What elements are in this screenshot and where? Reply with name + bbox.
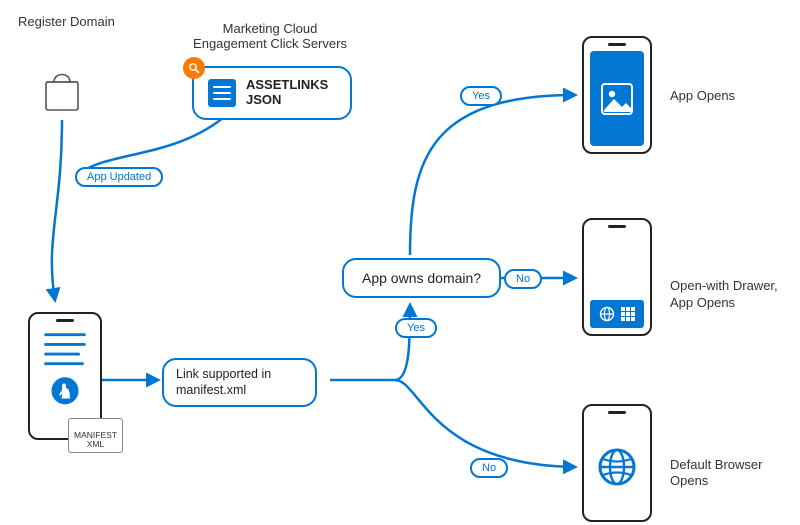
globe-large-icon [596, 446, 638, 488]
outcome-browser-label: Default Browser Opens [670, 457, 762, 488]
edge-no-2: No [470, 458, 508, 478]
assetlinks-card: ASSETLINKS JSON [192, 66, 352, 120]
phone-drawer [582, 218, 652, 336]
shopping-bag-icon [42, 70, 82, 119]
decision-label: App owns domain? [362, 270, 481, 286]
edge-yes-2-label: Yes [472, 90, 490, 102]
edge-no-2-label: No [482, 462, 496, 474]
manifest-file-badge: MANIFEST XML [68, 418, 123, 453]
manifest-card-label: Link supported in manifest.xml [176, 366, 271, 399]
header-click-servers: Marketing Cloud Engagement Click Servers [170, 6, 370, 51]
assetlinks-label: ASSETLINKS JSON [246, 78, 328, 108]
edge-yes-1-label: Yes [407, 322, 425, 334]
edge-no-1: No [504, 269, 542, 289]
outcome-drawer-label: Open-with Drawer, App Opens [670, 278, 778, 309]
outcome-app-opens-label: App Opens [670, 88, 735, 103]
device-screen-icon [36, 327, 94, 424]
apps-grid-icon [620, 306, 636, 322]
outcome-browser: Default Browser Opens [670, 457, 800, 490]
edge-app-updated-label: App Updated [87, 171, 151, 183]
outcome-app-opens: App Opens [670, 88, 735, 104]
outcome-drawer: Open-with Drawer, App Opens [670, 262, 778, 311]
phone-browser [582, 404, 652, 522]
manifest-file-label: MANIFEST XML [74, 430, 117, 449]
picture-icon [600, 82, 634, 116]
globe-icon [599, 306, 615, 322]
edge-yes-2: Yes [460, 86, 502, 106]
edge-no-1-label: No [516, 273, 530, 285]
click-servers-label: Marketing Cloud Engagement Click Servers [193, 21, 347, 51]
assetlinks-search-badge-icon [183, 57, 205, 79]
decision-owns-domain: App owns domain? [342, 258, 501, 298]
server-icon [208, 79, 236, 107]
manifest-card: Link supported in manifest.xml [162, 358, 317, 407]
phone-app-opens [582, 36, 652, 154]
register-domain-label: Register Domain [18, 14, 115, 29]
header-register-domain: Register Domain [18, 14, 138, 29]
edge-yes-1: Yes [395, 318, 437, 338]
edge-app-updated: App Updated [75, 167, 163, 187]
